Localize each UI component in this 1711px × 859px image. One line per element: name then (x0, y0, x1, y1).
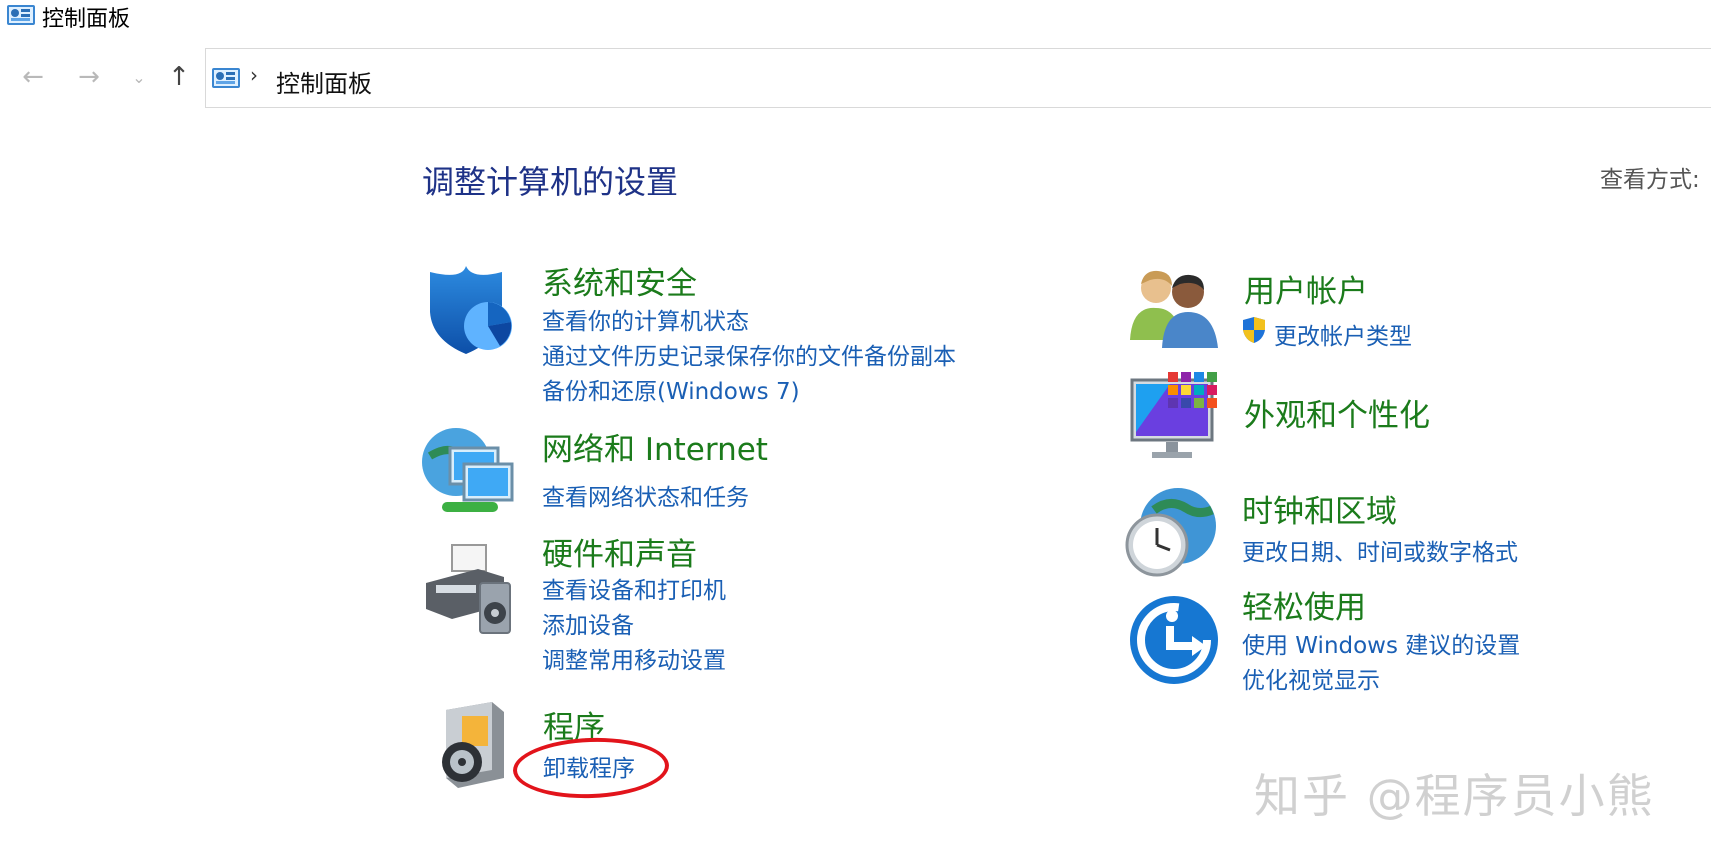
category-title-appearance[interactable]: 外观和个性化 (1244, 390, 1430, 435)
users-icon[interactable] (1128, 268, 1220, 354)
link-optimize-visual-display[interactable]: 优化视觉显示 (1242, 661, 1380, 695)
title-bar: 控制面板 (0, 0, 1711, 32)
link-network-status-tasks[interactable]: 查看网络状态和任务 (542, 478, 749, 512)
link-file-history-backup[interactable]: 通过文件历史记录保存你的文件备份副本 (542, 337, 956, 371)
link-mobility-settings[interactable]: 调整常用移动设置 (542, 641, 726, 675)
link-windows-suggested-settings[interactable]: 使用 Windows 建议的设置 (1242, 626, 1520, 660)
breadcrumb-control-panel[interactable]: 控制面板 (276, 64, 372, 99)
chevron-down-icon[interactable]: ⌄ (124, 62, 154, 92)
page-title: 调整计算机的设置 (422, 163, 679, 201)
category-title-clock-region[interactable]: 时钟和区域 (1242, 486, 1397, 531)
link-add-device[interactable]: 添加设备 (542, 606, 634, 640)
shield-icon[interactable] (422, 262, 516, 362)
arrow-up-icon[interactable]: ↑ (164, 62, 194, 92)
watermark: 知乎 @程序员小熊 (1254, 769, 1655, 823)
arrow-right-icon[interactable]: → (74, 62, 104, 92)
arrow-left-icon[interactable]: ← (18, 62, 48, 92)
control-panel-icon (6, 3, 36, 31)
clock-globe-icon[interactable] (1124, 486, 1220, 582)
printer-speaker-icon[interactable] (422, 543, 516, 639)
network-globe-icon[interactable] (420, 426, 520, 522)
address-bar[interactable]: › 控制面板 ⌄ (205, 48, 1711, 108)
monitor-palette-icon[interactable] (1130, 372, 1224, 470)
category-title-hardware-sound[interactable]: 硬件和声音 (542, 529, 697, 574)
category-title-user-accounts[interactable]: 用户帐户 (1244, 266, 1368, 311)
programs-disc-icon[interactable] (432, 702, 512, 794)
link-change-date-time-format[interactable]: 更改日期、时间或数字格式 (1242, 533, 1518, 567)
view-by-label: 查看方式: (1600, 167, 1700, 193)
category-title-network-internet[interactable]: 网络和 Internet (542, 424, 768, 469)
category-title-system-security[interactable]: 系统和安全 (542, 258, 697, 303)
link-view-computer-status[interactable]: 查看你的计算机状态 (542, 302, 749, 336)
category-title-ease-of-access[interactable]: 轻松使用 (1242, 582, 1366, 627)
window-title: 控制面板 (42, 7, 131, 32)
link-devices-printers[interactable]: 查看设备和打印机 (542, 571, 726, 605)
ease-of-access-icon[interactable] (1128, 594, 1220, 690)
link-backup-restore[interactable]: 备份和还原(Windows 7) (542, 372, 800, 406)
highlight-circle (512, 735, 670, 801)
control-panel-icon (211, 66, 241, 94)
uac-shield-icon (1241, 316, 1267, 348)
link-change-account-type[interactable]: 更改帐户类型 (1274, 317, 1412, 351)
breadcrumb-separator[interactable]: › (250, 63, 258, 87)
